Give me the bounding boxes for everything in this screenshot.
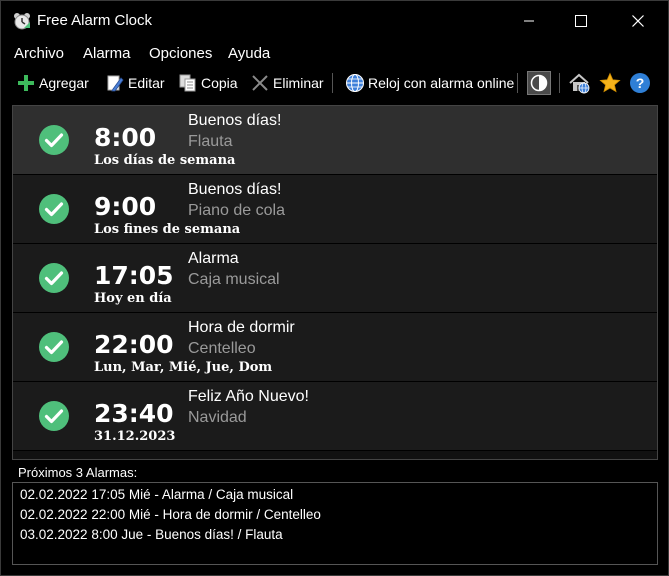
minimize-icon — [524, 20, 534, 22]
next-alarms-title: Próximos 3 Alarmas: — [18, 465, 138, 480]
home-button[interactable] — [567, 71, 591, 95]
toolbar-separator — [332, 73, 333, 93]
app-window: Free Alarm Clock Archivo Alarma Opciones… — [0, 0, 669, 576]
favorite-button[interactable] — [598, 71, 622, 95]
alarm-label: Hora de dormir — [188, 319, 295, 336]
menu-archivo[interactable]: Archivo — [14, 45, 64, 62]
home-icon — [569, 73, 590, 94]
alarm-label: Buenos días! — [188, 181, 282, 198]
menu-opciones[interactable]: Opciones — [149, 45, 212, 62]
next-alarm-item: 02.02.2022 17:05 Mié - Alarma / Caja mus… — [20, 487, 294, 502]
online-alarm-button-label: Reloj con alarma online — [368, 75, 515, 91]
help-icon: ? — [630, 73, 650, 93]
title-bar[interactable]: Free Alarm Clock — [1, 1, 668, 41]
add-button-label: Agregar — [39, 75, 89, 91]
alarm-time: 23:40 — [94, 399, 174, 428]
check-icon[interactable] — [38, 331, 70, 363]
alarm-time: 9:00 — [94, 192, 157, 221]
globe-icon — [346, 74, 364, 92]
delete-button-label: Eliminar — [273, 75, 324, 91]
alarm-label: Feliz Año Nuevo! — [188, 388, 309, 405]
check-icon[interactable] — [38, 262, 70, 294]
alarm-sound: Piano de cola — [188, 202, 285, 219]
edit-icon — [107, 75, 124, 92]
edit-button-label: Editar — [128, 75, 165, 91]
alarm-time: 22:00 — [94, 330, 174, 359]
clock-app-icon — [14, 13, 30, 30]
toolbar-separator — [559, 73, 560, 93]
next-alarms-list[interactable]: 02.02.2022 17:05 Mié - Alarma / Caja mus… — [12, 482, 658, 565]
alarm-time: 17:05 — [94, 261, 174, 290]
online-alarm-button[interactable]: Reloj con alarma online — [345, 71, 514, 95]
check-icon[interactable] — [38, 400, 70, 432]
menu-ayuda[interactable]: Ayuda — [228, 45, 270, 62]
toolbar-separator — [517, 73, 518, 93]
alarm-row[interactable]: 8:00 Los días de semana Buenos días! Fla… — [13, 106, 657, 175]
menu-bar: Archivo Alarma Opciones Ayuda — [1, 41, 668, 67]
edit-button[interactable]: Editar — [105, 71, 165, 95]
close-button[interactable] — [615, 1, 661, 41]
check-icon[interactable] — [38, 124, 70, 156]
alarm-row[interactable]: 22:00 Lun, Mar, Mié, Jue, Dom Hora de do… — [13, 313, 657, 382]
next-alarm-item: 03.02.2022 8:00 Jue - Buenos días! / Fla… — [20, 527, 283, 542]
toolbar: Agregar Editar Copia Eliminar Reloj con … — [1, 68, 668, 98]
next-alarm-item: 02.02.2022 22:00 Mié - Hora de dormir / … — [20, 507, 321, 522]
delete-button[interactable]: Eliminar — [250, 71, 324, 95]
alarm-days: Lun, Mar, Mié, Jue, Dom — [94, 360, 273, 375]
copy-button[interactable]: Copia — [178, 71, 238, 95]
help-button[interactable]: ? — [628, 71, 652, 95]
star-icon — [599, 72, 621, 93]
alarm-row[interactable]: 23:40 31.12.2023 Feliz Año Nuevo! Navida… — [13, 382, 657, 451]
alarm-days: Los días de semana — [94, 153, 236, 168]
alarm-sound: Centelleo — [188, 340, 256, 357]
delete-icon — [252, 75, 268, 91]
maximize-button[interactable] — [558, 1, 604, 41]
window-title: Free Alarm Clock — [37, 12, 153, 29]
maximize-icon — [575, 15, 587, 27]
alarm-list[interactable]: 8:00 Los días de semana Buenos días! Fla… — [12, 105, 658, 460]
alarm-days: 31.12.2023 — [94, 429, 176, 444]
alarm-sound: Caja musical — [188, 271, 280, 288]
copy-icon — [179, 74, 196, 92]
menu-alarma[interactable]: Alarma — [83, 45, 131, 62]
alarm-sound: Navidad — [188, 409, 247, 426]
contrast-icon — [530, 74, 548, 92]
minimize-button[interactable] — [506, 1, 552, 41]
alarm-label: Alarma — [188, 250, 239, 267]
alarm-label: Buenos días! — [188, 112, 282, 129]
alarm-row[interactable]: 17:05 Hoy en día Alarma Caja musical — [13, 244, 657, 313]
svg-text:?: ? — [636, 75, 645, 91]
alarm-row[interactable]: 9:00 Los fines de semana Buenos días! Pi… — [13, 175, 657, 244]
close-icon — [632, 15, 644, 27]
check-icon[interactable] — [38, 193, 70, 225]
contrast-button[interactable] — [527, 71, 551, 95]
alarm-days: Hoy en día — [94, 291, 172, 306]
add-button[interactable]: Agregar — [16, 71, 89, 95]
add-icon — [18, 75, 34, 91]
copy-button-label: Copia — [201, 75, 238, 91]
alarm-days: Los fines de semana — [94, 222, 241, 237]
alarm-sound: Flauta — [188, 133, 233, 150]
alarm-time: 8:00 — [94, 123, 157, 152]
